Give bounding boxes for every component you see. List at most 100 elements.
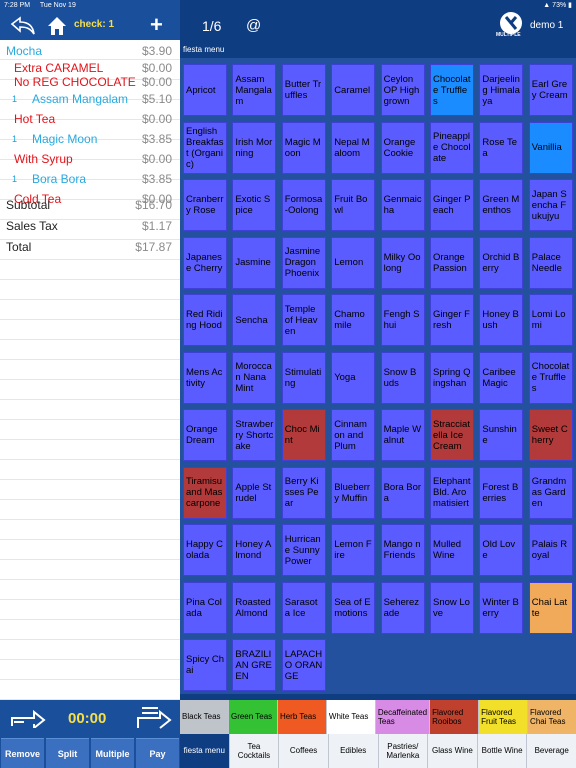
category-button[interactable]: Green Teas <box>228 700 277 734</box>
back-arrow-icon[interactable] <box>8 16 36 36</box>
menu-tile[interactable]: Rose Tea <box>479 121 524 174</box>
menu-tile[interactable]: Old Love <box>479 524 524 576</box>
menu-tile[interactable]: Forest Berries <box>479 466 524 519</box>
menu-tile[interactable]: Caramel <box>331 64 376 116</box>
menu-tile[interactable]: Ginger Peach <box>430 179 474 231</box>
page-indicator[interactable]: 1/6 <box>202 18 221 34</box>
menu-tile[interactable]: Caribee Magic <box>479 351 524 404</box>
menu-tile[interactable]: Seherezade <box>380 581 425 634</box>
category-button[interactable]: Flavored Rooibos <box>430 700 479 734</box>
menu-tile[interactable]: Sunshine <box>479 409 524 461</box>
menu-tile[interactable]: Orange Cookie <box>380 121 425 174</box>
menu-tile[interactable]: Blueberry Muffin <box>331 466 376 519</box>
menu-tile[interactable]: Red Riding Hood <box>183 294 227 346</box>
menu-tile[interactable]: Strawberry Shortcake <box>232 409 277 461</box>
menu-tile[interactable]: Bora Bora <box>380 466 425 519</box>
category-button[interactable]: Black Teas <box>180 700 228 734</box>
menu-tile[interactable]: Snow Love <box>430 581 474 634</box>
menu-tile[interactable]: Winter Berry <box>479 581 524 634</box>
order-item[interactable]: With Syrup $0.00 <box>0 150 180 169</box>
menu-tile[interactable]: Hurricane Sunny Power <box>281 524 326 576</box>
menu-tile[interactable]: Ceylon OP Highgrown <box>380 64 425 116</box>
menu-tile[interactable]: Choc Mint <box>281 409 326 461</box>
menu-tile[interactable]: Stracciatella Ice Cream <box>430 409 474 461</box>
menu-tile[interactable]: Green Menthos <box>479 179 524 231</box>
menu-tile[interactable]: Milky Oolong <box>380 236 425 289</box>
multiple-button[interactable]: Multiple <box>91 738 134 768</box>
menu-tile[interactable]: Chai Latte <box>528 581 573 634</box>
menu-tile[interactable]: Orange Dream <box>183 409 227 461</box>
order-item[interactable]: Extra CARAMEL $0.00 <box>0 62 180 75</box>
pay-button[interactable]: Pay <box>136 738 179 768</box>
menu-tile[interactable]: Fengh Shui <box>380 294 425 346</box>
menu-tile[interactable]: Chocolate Truffles <box>430 64 474 116</box>
menu-tile[interactable]: Assam Mangalam <box>232 64 277 116</box>
category-button[interactable]: Flavored Fruit Teas <box>479 700 528 734</box>
menu-tile[interactable]: Maple Walnut <box>380 409 425 461</box>
menu-tile[interactable]: Mulled Wine <box>430 524 474 576</box>
menu-tile[interactable]: Chocolate Truffles <box>528 351 573 404</box>
menu-tile[interactable]: Roasted Almond <box>232 581 277 634</box>
menu-tile[interactable]: Sea of Emotions <box>331 581 376 634</box>
menu-tile[interactable]: Snow Buds <box>380 351 425 404</box>
menu-tile[interactable]: Elephant Bld. Aromatisiert <box>430 466 474 519</box>
menu-tile[interactable]: Spring Qingshan <box>430 351 474 404</box>
menu-tile[interactable]: Grandmas Garden <box>528 466 573 519</box>
menu-tile[interactable]: Exotic Spice <box>232 179 277 231</box>
menu-tile[interactable]: Sweet Cherry <box>528 409 573 461</box>
category-button[interactable]: White Teas <box>326 700 375 734</box>
menu-tab[interactable]: Glass Wine <box>428 734 477 768</box>
menu-tile[interactable]: Pina Colada <box>183 581 227 634</box>
multiple-icon[interactable] <box>500 12 522 34</box>
home-icon[interactable] <box>46 15 68 37</box>
menu-tile[interactable]: Sarasota Ice <box>281 581 326 634</box>
menu-tile[interactable]: Formosa-Oolong <box>281 179 326 231</box>
menu-tile[interactable]: Palais Royal <box>528 524 573 576</box>
menu-tile[interactable]: BRAZILIAN GREEN <box>232 639 277 691</box>
order-item[interactable]: No REG CHOCOLATE $0.00 <box>0 76 180 89</box>
menu-tile[interactable]: Fruit Bowl <box>331 179 376 231</box>
menu-tab[interactable]: Coffees <box>279 734 328 768</box>
menu-tile[interactable]: Darjeeling Himalaya <box>479 64 524 116</box>
order-item[interactable]: 1 Assam Mangalam $5.10 <box>0 90 180 109</box>
menu-tile[interactable]: Jasmine Dragon Phoenix <box>281 236 326 289</box>
menu-tile[interactable]: Jasmine <box>232 236 277 289</box>
menu-tile[interactable]: Genmaicha <box>380 179 425 231</box>
menu-tile[interactable]: Mango n Friends <box>380 524 425 576</box>
menu-tile[interactable]: English Breakfast (Organic) <box>183 121 227 174</box>
remove-button[interactable]: Remove <box>1 738 44 768</box>
menu-tile[interactable]: Spicy Chai <box>183 639 227 691</box>
menu-tile[interactable]: Apple Strudel <box>232 466 277 519</box>
menu-tile[interactable]: Orange Passion <box>430 236 474 289</box>
menu-tile[interactable]: Apricot <box>183 64 227 116</box>
order-item[interactable]: 1 Magic Moon $3.85 <box>0 130 180 149</box>
split-button[interactable]: Split <box>46 738 89 768</box>
menu-tile[interactable]: Lemon <box>331 236 376 289</box>
menu-tile[interactable]: Moroccan Nana Mint <box>232 351 277 404</box>
split-check-icon[interactable] <box>136 704 172 730</box>
menu-tile[interactable]: Tiramisu and Mascarpone <box>183 466 227 519</box>
menu-tile[interactable]: Magic Moon <box>281 121 326 174</box>
menu-tile[interactable]: Japanese Cherry <box>183 236 227 289</box>
menu-tile[interactable]: Berry Kisses Pear <box>281 466 326 519</box>
menu-tab[interactable]: fiesta menu <box>180 734 229 768</box>
menu-tab[interactable]: Bottle Wine <box>477 734 527 768</box>
menu-tile[interactable]: Happy Colada <box>183 524 227 576</box>
menu-tile[interactable]: Lomi Lomi <box>528 294 573 346</box>
menu-tile[interactable]: Pineapple Chocolate <box>430 121 474 174</box>
menu-tile[interactable]: Palace Needle <box>528 236 573 289</box>
category-button[interactable]: Herb Teas <box>277 700 326 734</box>
menu-tile[interactable]: Stimulating <box>281 351 326 404</box>
menu-tile[interactable]: LAPACHO ORANGE <box>281 639 326 691</box>
order-item[interactable]: Hot Tea $0.00 <box>0 110 180 129</box>
menu-tab[interactable]: Tea Cocktails <box>229 734 279 768</box>
category-button[interactable]: Decaffeinated Teas <box>375 700 430 734</box>
menu-tab[interactable]: Pastries/ Marlenka <box>378 734 428 768</box>
menu-tile[interactable]: Mens Activity <box>183 351 227 404</box>
menu-tile[interactable]: Orchid Berry <box>479 236 524 289</box>
menu-tile[interactable]: Vanillia <box>528 121 573 174</box>
menu-tab[interactable]: Beverage <box>527 734 576 768</box>
order-item[interactable]: 1 Bora Bora $3.85 <box>0 170 180 189</box>
menu-tile[interactable]: Cranberry Rose <box>183 179 227 231</box>
menu-tile[interactable]: Irish Morning <box>232 121 277 174</box>
